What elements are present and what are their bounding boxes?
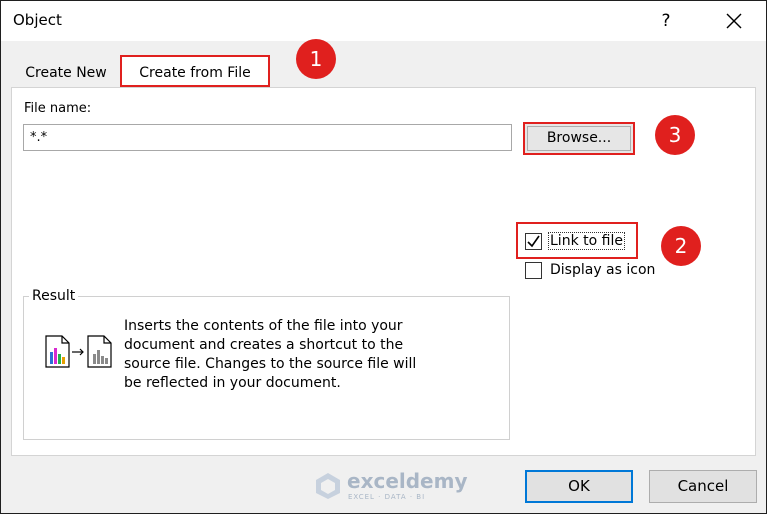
dialog-title: Object <box>13 11 62 29</box>
file-name-label: File name: <box>24 101 92 116</box>
watermark-name: exceldemy <box>347 469 468 493</box>
cancel-button[interactable]: Cancel <box>649 470 757 503</box>
close-button[interactable] <box>717 7 751 35</box>
tab-create-from-file-label: Create from File <box>139 65 251 81</box>
step-badge-1: 1 <box>296 39 336 79</box>
display-as-icon-label[interactable]: Display as icon <box>550 262 655 278</box>
file-name-input[interactable]: *.* <box>23 124 512 151</box>
help-button[interactable]: ? <box>651 7 681 35</box>
tab-create-from-file[interactable]: Create from File <box>120 55 270 87</box>
result-description: Inserts the contents of the file into yo… <box>124 318 417 391</box>
title-bar: Object ? <box>1 1 766 41</box>
object-dialog: Object ? Create New Create from File Fil… <box>0 0 767 514</box>
close-icon <box>726 13 742 29</box>
display-as-icon-checkbox[interactable] <box>525 262 542 279</box>
tab-create-new-label: Create New <box>25 65 107 81</box>
step-badge-2: 2 <box>661 226 701 266</box>
checkmark-icon <box>527 235 540 248</box>
ok-button[interactable]: OK <box>525 470 633 503</box>
watermark-logo-icon <box>316 473 340 499</box>
step-badge-3: 3 <box>655 115 695 155</box>
result-label: Result <box>29 288 79 304</box>
browse-button[interactable]: Browse... <box>523 122 635 155</box>
watermark-tagline: EXCEL · DATA · BI <box>348 493 426 501</box>
link-to-file-label[interactable]: Link to file <box>548 232 625 250</box>
link-to-file-checkbox[interactable] <box>525 233 542 250</box>
tab-create-new[interactable]: Create New <box>13 60 119 87</box>
link-file-icon <box>43 334 119 374</box>
watermark: exceldemy EXCEL · DATA · BI <box>311 469 468 503</box>
browse-button-label: Browse... <box>546 130 612 146</box>
